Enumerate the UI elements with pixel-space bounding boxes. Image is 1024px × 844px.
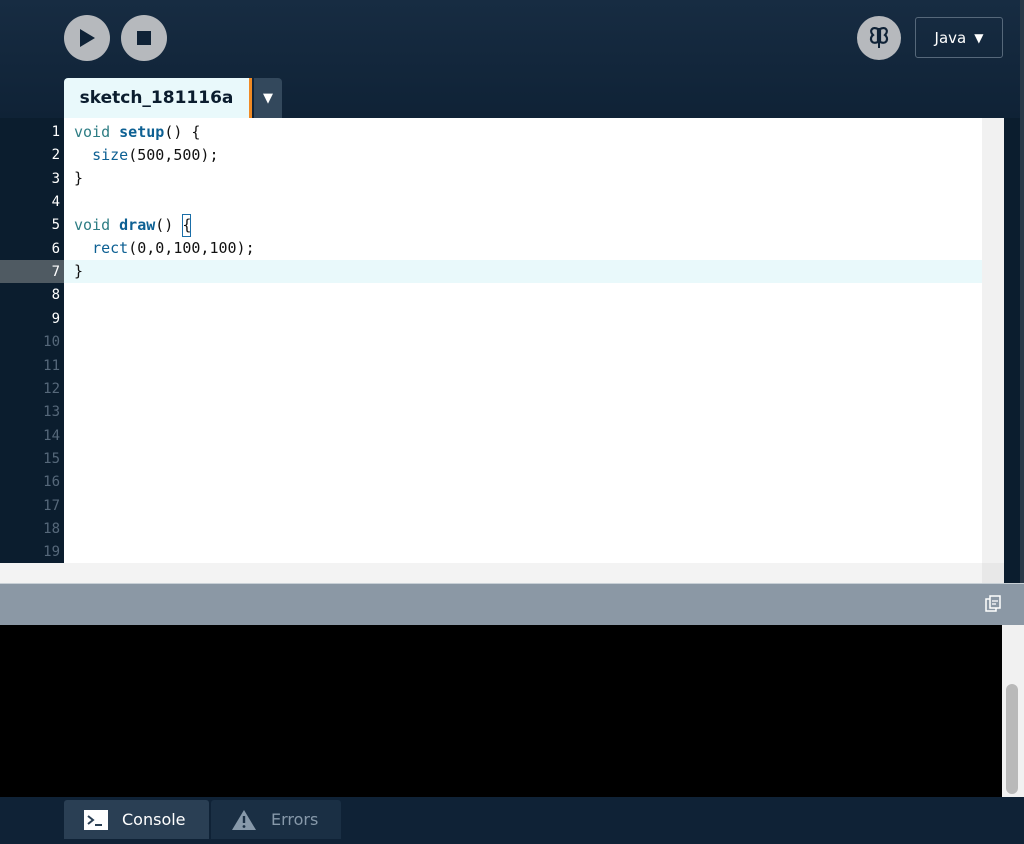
code-editor[interactable]: void setup() { size(500,500); } void dra… bbox=[64, 118, 982, 563]
line-number: 13 bbox=[43, 404, 60, 421]
editor-horizontal-scrollbar[interactable] bbox=[0, 563, 1004, 583]
code-line: void setup() { bbox=[74, 121, 200, 144]
code-text: (500,500); bbox=[128, 146, 219, 164]
chevron-down-icon: ▼ bbox=[263, 90, 273, 106]
line-number: 9 bbox=[51, 310, 60, 327]
line-number: 17 bbox=[43, 497, 60, 514]
line-number: 14 bbox=[43, 427, 60, 444]
function-name: setup bbox=[119, 123, 165, 141]
butterfly-icon bbox=[869, 27, 889, 48]
keyword: void bbox=[74, 216, 120, 234]
tab-sketch[interactable]: sketch_181116a bbox=[64, 78, 252, 118]
chevron-down-icon: ▼ bbox=[974, 30, 984, 45]
line-number: 15 bbox=[43, 450, 60, 467]
code-line: size(500,500); bbox=[74, 144, 219, 167]
stop-icon bbox=[137, 31, 151, 45]
line-number: 1 bbox=[51, 124, 60, 140]
code-text: } bbox=[74, 169, 84, 187]
console-tab-label: Console bbox=[122, 810, 186, 829]
code-text: () bbox=[155, 216, 183, 234]
window-edge bbox=[1020, 0, 1024, 583]
function-name: rect bbox=[92, 239, 129, 257]
tab-errors[interactable]: Errors bbox=[211, 800, 341, 839]
line-number: 3 bbox=[51, 170, 60, 187]
scrollbar-corner bbox=[982, 563, 1004, 583]
line-number: 11 bbox=[43, 357, 60, 374]
function-name: draw bbox=[119, 216, 156, 234]
code-line: rect(0,0,100,100); bbox=[74, 237, 255, 260]
mode-select[interactable]: Java ▼ bbox=[915, 17, 1003, 58]
line-number: 4 bbox=[51, 194, 60, 211]
line-number: 2 bbox=[51, 147, 60, 164]
errors-tab-label: Errors bbox=[271, 810, 319, 829]
editor-vertical-scrollbar[interactable] bbox=[982, 118, 1004, 563]
code-line: void draw() { bbox=[74, 214, 192, 237]
code-line: } bbox=[74, 167, 83, 190]
matched-brace: { bbox=[182, 214, 192, 237]
warning-icon bbox=[232, 809, 256, 830]
line-number: 16 bbox=[43, 474, 60, 491]
console-output[interactable] bbox=[0, 625, 1002, 797]
play-icon bbox=[80, 29, 95, 47]
current-line-highlight bbox=[64, 260, 982, 283]
line-number: 5 bbox=[51, 217, 60, 234]
run-button[interactable] bbox=[64, 15, 110, 61]
debug-mode-button[interactable] bbox=[857, 16, 901, 60]
terminal-icon bbox=[84, 809, 108, 830]
line-number: 8 bbox=[51, 287, 60, 304]
copy-icon[interactable] bbox=[984, 595, 1002, 613]
line-number: 12 bbox=[43, 380, 60, 397]
line-number-gutter: 1 2 3 4 5 6 7 8 9 10 11 12 13 14 15 16 17 18 19 bbox=[0, 118, 64, 563]
line-number: 10 bbox=[43, 334, 60, 351]
keyword: void bbox=[74, 123, 120, 141]
line-number: 19 bbox=[43, 544, 60, 561]
line-number: 6 bbox=[51, 240, 60, 257]
mode-label: Java bbox=[934, 28, 967, 47]
tab-menu-button[interactable]: ▼ bbox=[254, 78, 282, 118]
console-divider[interactable] bbox=[0, 583, 1024, 625]
code-text: (0,0,100,100); bbox=[128, 239, 255, 257]
tab-label: sketch_181116a bbox=[79, 88, 234, 108]
code-text: () { bbox=[164, 123, 201, 141]
line-number: 7 bbox=[51, 264, 60, 281]
line-number: 18 bbox=[43, 520, 60, 537]
stop-button[interactable] bbox=[121, 15, 167, 61]
tab-console[interactable]: Console bbox=[64, 800, 209, 839]
console-scrollbar-thumb[interactable] bbox=[1006, 684, 1018, 794]
code-text: } bbox=[74, 262, 84, 280]
function-name: size bbox=[92, 146, 129, 164]
code-line: } bbox=[74, 260, 83, 283]
